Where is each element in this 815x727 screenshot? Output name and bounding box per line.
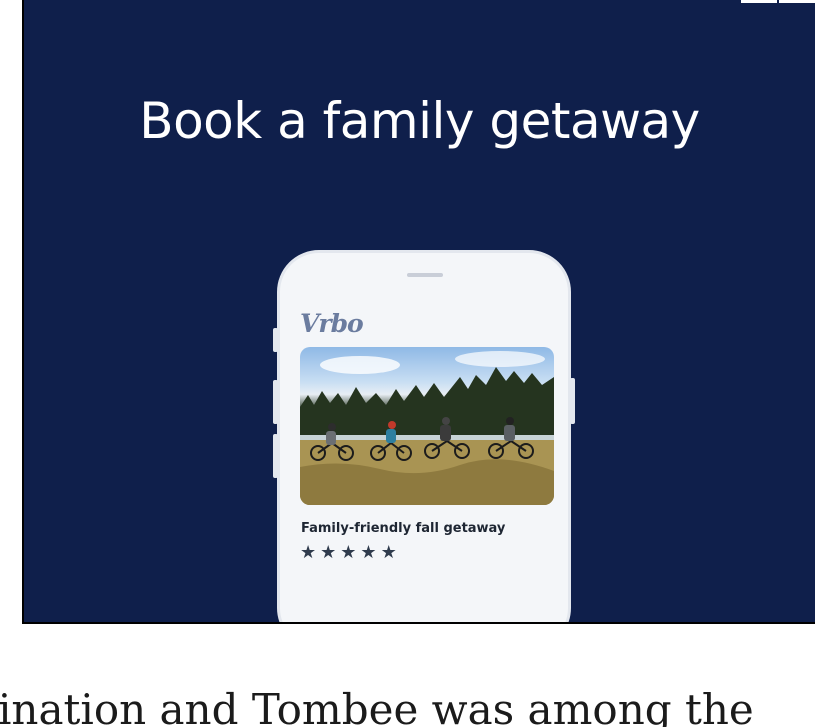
- phone-speaker: [407, 273, 443, 277]
- star-icon: ★: [380, 542, 397, 562]
- star-icon: ★: [340, 542, 357, 562]
- phone-mockup: Vrbo Family-friendly fall getaway ★ ★ ★ …: [277, 250, 571, 622]
- listing-title: Family-friendly fall getaway: [301, 521, 506, 536]
- star-rating: ★ ★ ★ ★ ★: [300, 543, 397, 561]
- star-icon: ★: [360, 542, 377, 562]
- ad-corner-icon[interactable]: [735, 0, 815, 4]
- ad-banner[interactable]: Book a family getaway Vrbo Family-friend…: [22, 0, 815, 624]
- vrbo-logo: Vrbo: [300, 309, 364, 338]
- family-biking-photo: [300, 347, 554, 505]
- star-icon: ★: [320, 542, 337, 562]
- ad-headline: Book a family getaway: [139, 92, 700, 150]
- star-icon: ★: [300, 542, 317, 562]
- article-body-text: ination and Tombee was among the: [0, 685, 754, 727]
